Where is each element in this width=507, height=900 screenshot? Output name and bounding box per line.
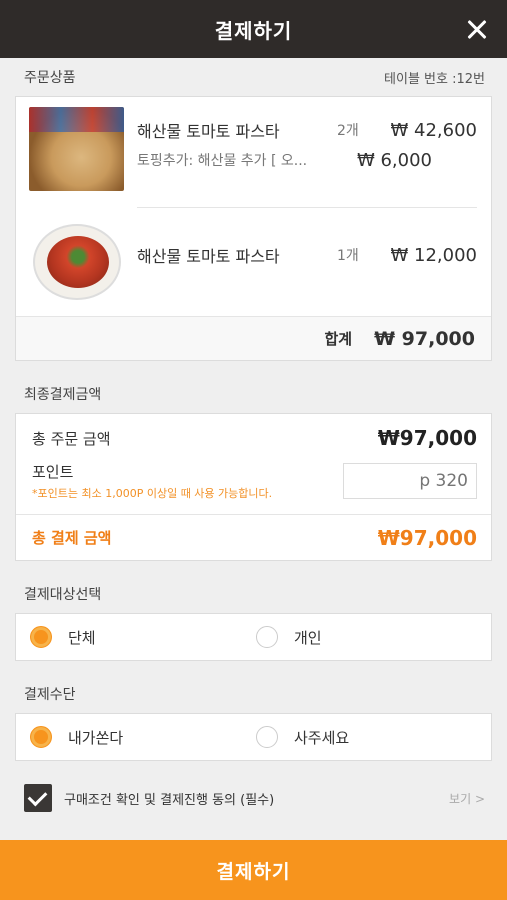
radio-selected-icon[interactable] — [30, 726, 52, 748]
order-total-label: 합계 — [324, 330, 353, 348]
item-quantity: 1개 — [337, 248, 359, 264]
grand-total-value: ₩97,000 — [377, 525, 477, 550]
app-header: 결제하기 — [0, 0, 507, 58]
agreement-text: 구매조건 확인 및 결제진행 동의 (필수) — [64, 792, 275, 808]
pay-button[interactable]: 결제하기 — [0, 840, 507, 900]
method-option-label: 내가쏜다 — [68, 728, 124, 747]
grand-total-label: 총 결제 금액 — [32, 529, 112, 547]
food-image-pasta — [29, 218, 124, 302]
agreement-row: 구매조건 확인 및 결제진행 동의 (필수) 보기 > — [0, 783, 507, 813]
radio-selected-icon[interactable] — [30, 626, 52, 648]
method-section-title: 결제수단 — [24, 687, 76, 703]
point-note: *포인트는 최소 1,000P 이상일 때 사용 가능합니다. — [32, 487, 273, 500]
method-option-request[interactable]: 사주세요 — [242, 726, 468, 748]
order-item: 해산물 토마토 파스타 1개 ₩ 12,000 — [16, 208, 491, 316]
agreement-view-link[interactable]: 보기 > — [449, 790, 485, 807]
target-option-label: 개인 — [294, 628, 322, 647]
close-icon[interactable] — [463, 14, 493, 44]
item-price: ₩ 42,600 — [390, 119, 477, 141]
point-input[interactable] — [343, 463, 477, 499]
final-payment-header: 최종결제금액 — [0, 375, 507, 413]
order-item: 해산물 토마토 파스타 2개 ₩ 42,600 토핑추가: 해산물 추가 [ 오… — [16, 97, 491, 207]
item-topping: 토핑추가: 해산물 추가 [ 오... — [137, 153, 308, 169]
order-section-title: 주문상품 — [24, 70, 76, 86]
order-total-row: 합계 ₩ 97,000 — [16, 316, 491, 360]
target-options: 단체 개인 — [15, 613, 492, 661]
topping-price: ₩ 6,000 — [356, 149, 432, 171]
item-price: ₩ 12,000 — [390, 244, 477, 266]
order-total-value: ₩ 97,000 — [374, 327, 475, 350]
method-option-treat[interactable]: 내가쏜다 — [16, 726, 242, 748]
item-name: 해산물 토마토 파스타 — [137, 247, 280, 266]
order-amount-label: 총 주문 금액 — [32, 429, 111, 448]
method-option-label: 사주세요 — [294, 728, 350, 747]
agreement-checkbox[interactable] — [24, 784, 52, 812]
page-title: 결제하기 — [214, 18, 293, 43]
food-image-pizza — [29, 107, 124, 191]
final-payment-card: 총 주문 금액 ₩97,000 포인트 *포인트는 최소 1,000P 이상일 … — [15, 413, 492, 561]
final-payment-title: 최종결제금액 — [24, 387, 102, 403]
order-amount-value: ₩97,000 — [377, 426, 477, 450]
target-section-header: 결제대상선택 — [0, 575, 507, 613]
target-section-title: 결제대상선택 — [24, 587, 102, 603]
target-option-group[interactable]: 단체 — [16, 626, 242, 648]
method-section-header: 결제수단 — [0, 675, 507, 713]
target-option-personal[interactable]: 개인 — [242, 626, 468, 648]
item-name: 해산물 토마토 파스타 — [137, 122, 280, 141]
item-quantity: 2개 — [337, 123, 359, 139]
point-label: 포인트 — [32, 463, 74, 481]
order-list-card: 해산물 토마토 파스타 2개 ₩ 42,600 토핑추가: 해산물 추가 [ 오… — [15, 96, 492, 361]
order-section-header: 주문상품 테이블 번호 :12번 — [0, 58, 507, 96]
method-options: 내가쏜다 사주세요 — [15, 713, 492, 761]
table-number: 테이블 번호 :12번 — [384, 71, 485, 87]
radio-unselected-icon[interactable] — [256, 626, 278, 648]
radio-unselected-icon[interactable] — [256, 726, 278, 748]
target-option-label: 단체 — [68, 628, 96, 647]
